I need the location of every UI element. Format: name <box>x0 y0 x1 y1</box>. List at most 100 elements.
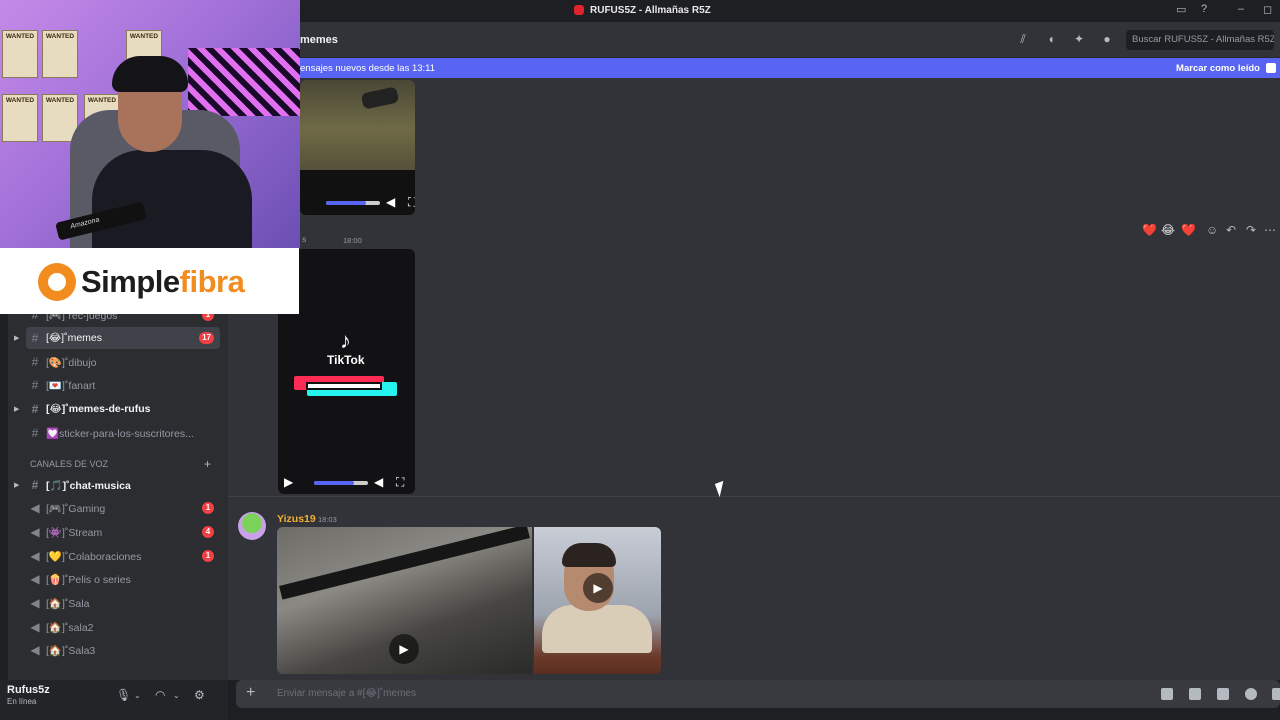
channel-item-memes[interactable]: # [😂]˚memes 17 <box>26 327 220 349</box>
avatar[interactable] <box>238 512 266 540</box>
unread-badge: 4 <box>202 526 214 538</box>
window-title: RUFUS5Z - Allmañas R5Z <box>590 5 711 16</box>
expand-arrow-icon[interactable]: ▶ <box>14 405 19 413</box>
new-messages-text: ensajes nuevos desde las 13:11 <box>300 63 436 74</box>
message-author[interactable]: s <box>302 234 306 244</box>
reply-icon[interactable]: ↶ <box>1226 223 1236 237</box>
voice-channel-item[interactable]: ◀ [🎮]˚Gaming 1 <box>26 497 220 519</box>
apps-icon[interactable] <box>1272 688 1280 700</box>
video-attachment[interactable]: ▶ <box>277 527 532 674</box>
attach-plus-icon[interactable]: + <box>246 684 255 702</box>
voice-channel-item[interactable]: ◀ [💛]˚Colaboraciones 1 <box>26 545 220 567</box>
play-icon[interactable]: ▶ <box>284 475 293 489</box>
channel-label: 💟sticker-para-los-suscritores... <box>46 428 194 440</box>
reaction-heart[interactable]: ❤️ <box>1142 223 1157 237</box>
unread-badge: 1 <box>202 502 214 514</box>
speaker-icon: ◀ <box>30 525 40 539</box>
pin-icon[interactable]: ✦ <box>1072 32 1086 46</box>
sponsor-name: Simplefibra <box>81 264 245 299</box>
more-icon[interactable]: ⋯ <box>1264 223 1276 237</box>
gift-icon[interactable] <box>1161 688 1173 700</box>
person-hair-shape <box>562 543 616 567</box>
channel-label: [🎵]˚chat-musica <box>46 480 131 492</box>
maximize-button[interactable]: ◻ <box>1263 3 1272 16</box>
wanted-poster: WANTED <box>42 30 78 78</box>
video-attachment[interactable]: ▶ <box>534 527 661 674</box>
channel-item[interactable]: # [🎵]˚chat-musica <box>26 474 220 496</box>
streamer-body <box>92 150 252 248</box>
volume-slider[interactable] <box>326 201 366 205</box>
fullscreen-icon[interactable]: ⛶ <box>396 475 404 490</box>
gif-icon[interactable] <box>1189 688 1201 700</box>
speaker-icon[interactable]: ◀ <box>374 475 383 489</box>
app-logo-icon <box>574 5 584 15</box>
voice-channel-item[interactable]: ◀ [🏠]˚Sala <box>26 592 220 614</box>
volume-slider[interactable] <box>314 481 354 485</box>
channel-label: [🏠]˚Sala <box>46 598 90 610</box>
image-streak <box>279 527 530 600</box>
hash-icon: # <box>31 331 39 345</box>
reaction-laugh[interactable]: 😂 <box>1161 223 1175 237</box>
voice-channel-item[interactable]: ◀ [🏠]˚sala2 <box>26 616 220 638</box>
minimize-button[interactable]: – <box>1238 3 1244 15</box>
video-attachment[interactable]: ◀ ⛶ <box>300 80 415 215</box>
fullscreen-icon[interactable]: ⛶ <box>408 195 415 210</box>
person-body-shape <box>542 605 652 653</box>
help-icon[interactable]: ? <box>1201 3 1207 15</box>
sponsor-banner: Simplefibra <box>0 248 299 314</box>
emoji-icon[interactable] <box>1245 688 1257 700</box>
speaker-icon[interactable]: ◀ <box>386 195 395 209</box>
channel-item[interactable]: # [🎨]˚dibujo <box>26 351 220 373</box>
sticker-icon[interactable] <box>1217 688 1229 700</box>
add-channel-icon[interactable]: + <box>204 457 211 471</box>
expand-arrow-icon[interactable]: ▶ <box>14 334 19 342</box>
hash-icon: # <box>31 402 39 416</box>
channel-item[interactable]: # [💌]˚fanart <box>26 374 220 396</box>
channel-label: [👾]˚Stream <box>46 527 103 539</box>
chevron-down-icon[interactable]: ⌄ <box>134 691 141 700</box>
hash-icon: # <box>31 378 39 392</box>
headphones-icon[interactable]: ◠ <box>155 688 165 702</box>
voice-channel-item[interactable]: ◀ [🏠]˚Sala3 <box>26 639 220 661</box>
new-messages-bar[interactable]: ensajes nuevos desde las 13:11 Marcar co… <box>300 58 1280 78</box>
threads-icon[interactable]: ⫽ <box>1016 32 1030 46</box>
speaker-icon: ◀ <box>30 620 40 634</box>
expand-arrow-icon[interactable]: ▶ <box>14 481 19 489</box>
search-input[interactable]: Buscar RUFUS5Z - Allmañas R5Z <box>1126 30 1274 50</box>
user-status: En línea <box>7 697 37 706</box>
message-hover-toolbar: ❤️ 😂 ❤️ ☺ ↶ ↷ ⋯ <box>1140 223 1280 239</box>
message-author[interactable]: Yizus19 <box>277 513 316 525</box>
username[interactable]: Rufus5z <box>7 684 50 696</box>
screen-share-icon[interactable]: ▭ <box>1176 3 1186 16</box>
add-reaction-icon[interactable]: ☺ <box>1206 223 1218 237</box>
message-divider <box>228 496 1280 497</box>
chevron-down-icon[interactable]: ⌄ <box>173 691 180 700</box>
video-frame <box>300 80 415 170</box>
bell-icon[interactable]: ◖ <box>1044 32 1058 46</box>
members-icon[interactable]: ● <box>1100 32 1114 46</box>
message-composer[interactable]: + Enviar mensaje a #[😂]˚memes <box>236 680 1280 708</box>
speaker-icon: ◀ <box>30 501 40 515</box>
mark-as-read-button[interactable]: Marcar como leído <box>1176 63 1260 74</box>
hash-icon: # <box>31 478 39 492</box>
voice-channel-item[interactable]: ◀ [🍿]˚Pelis o series <box>26 568 220 590</box>
wanted-poster: WANTED <box>2 94 38 142</box>
forward-icon[interactable]: ↷ <box>1246 223 1256 237</box>
voice-channel-item[interactable]: ◀ [👾]˚Stream 4 <box>26 521 220 543</box>
reaction-heart[interactable]: ❤️ <box>1181 223 1196 237</box>
channel-label: [💛]˚Colaboraciones <box>46 551 142 563</box>
server-strip <box>0 314 8 680</box>
channel-item[interactable]: # 💟sticker-para-los-suscritores... <box>26 422 220 444</box>
mic-icon[interactable]: 🎙 <box>116 688 131 702</box>
zebra-decoration <box>188 48 300 116</box>
channel-name: memes <box>300 34 338 46</box>
streamer-webcam: WANTED WANTED WANTED WANTED WANTED WANTE… <box>0 0 300 248</box>
hash-icon: # <box>31 426 39 440</box>
video-controls: ▶ ◀ ⛶ <box>284 473 414 493</box>
voice-category-header[interactable]: CANALES DE VOZ <box>30 459 108 469</box>
play-icon[interactable]: ▶ <box>389 634 419 664</box>
play-icon[interactable]: ▶ <box>583 573 613 603</box>
gear-icon[interactable]: ⚙ <box>194 688 205 702</box>
message-input[interactable]: Enviar mensaje a #[😂]˚memes <box>277 688 416 699</box>
channel-item[interactable]: # [😂]˚memes-de-rufus <box>26 398 220 420</box>
